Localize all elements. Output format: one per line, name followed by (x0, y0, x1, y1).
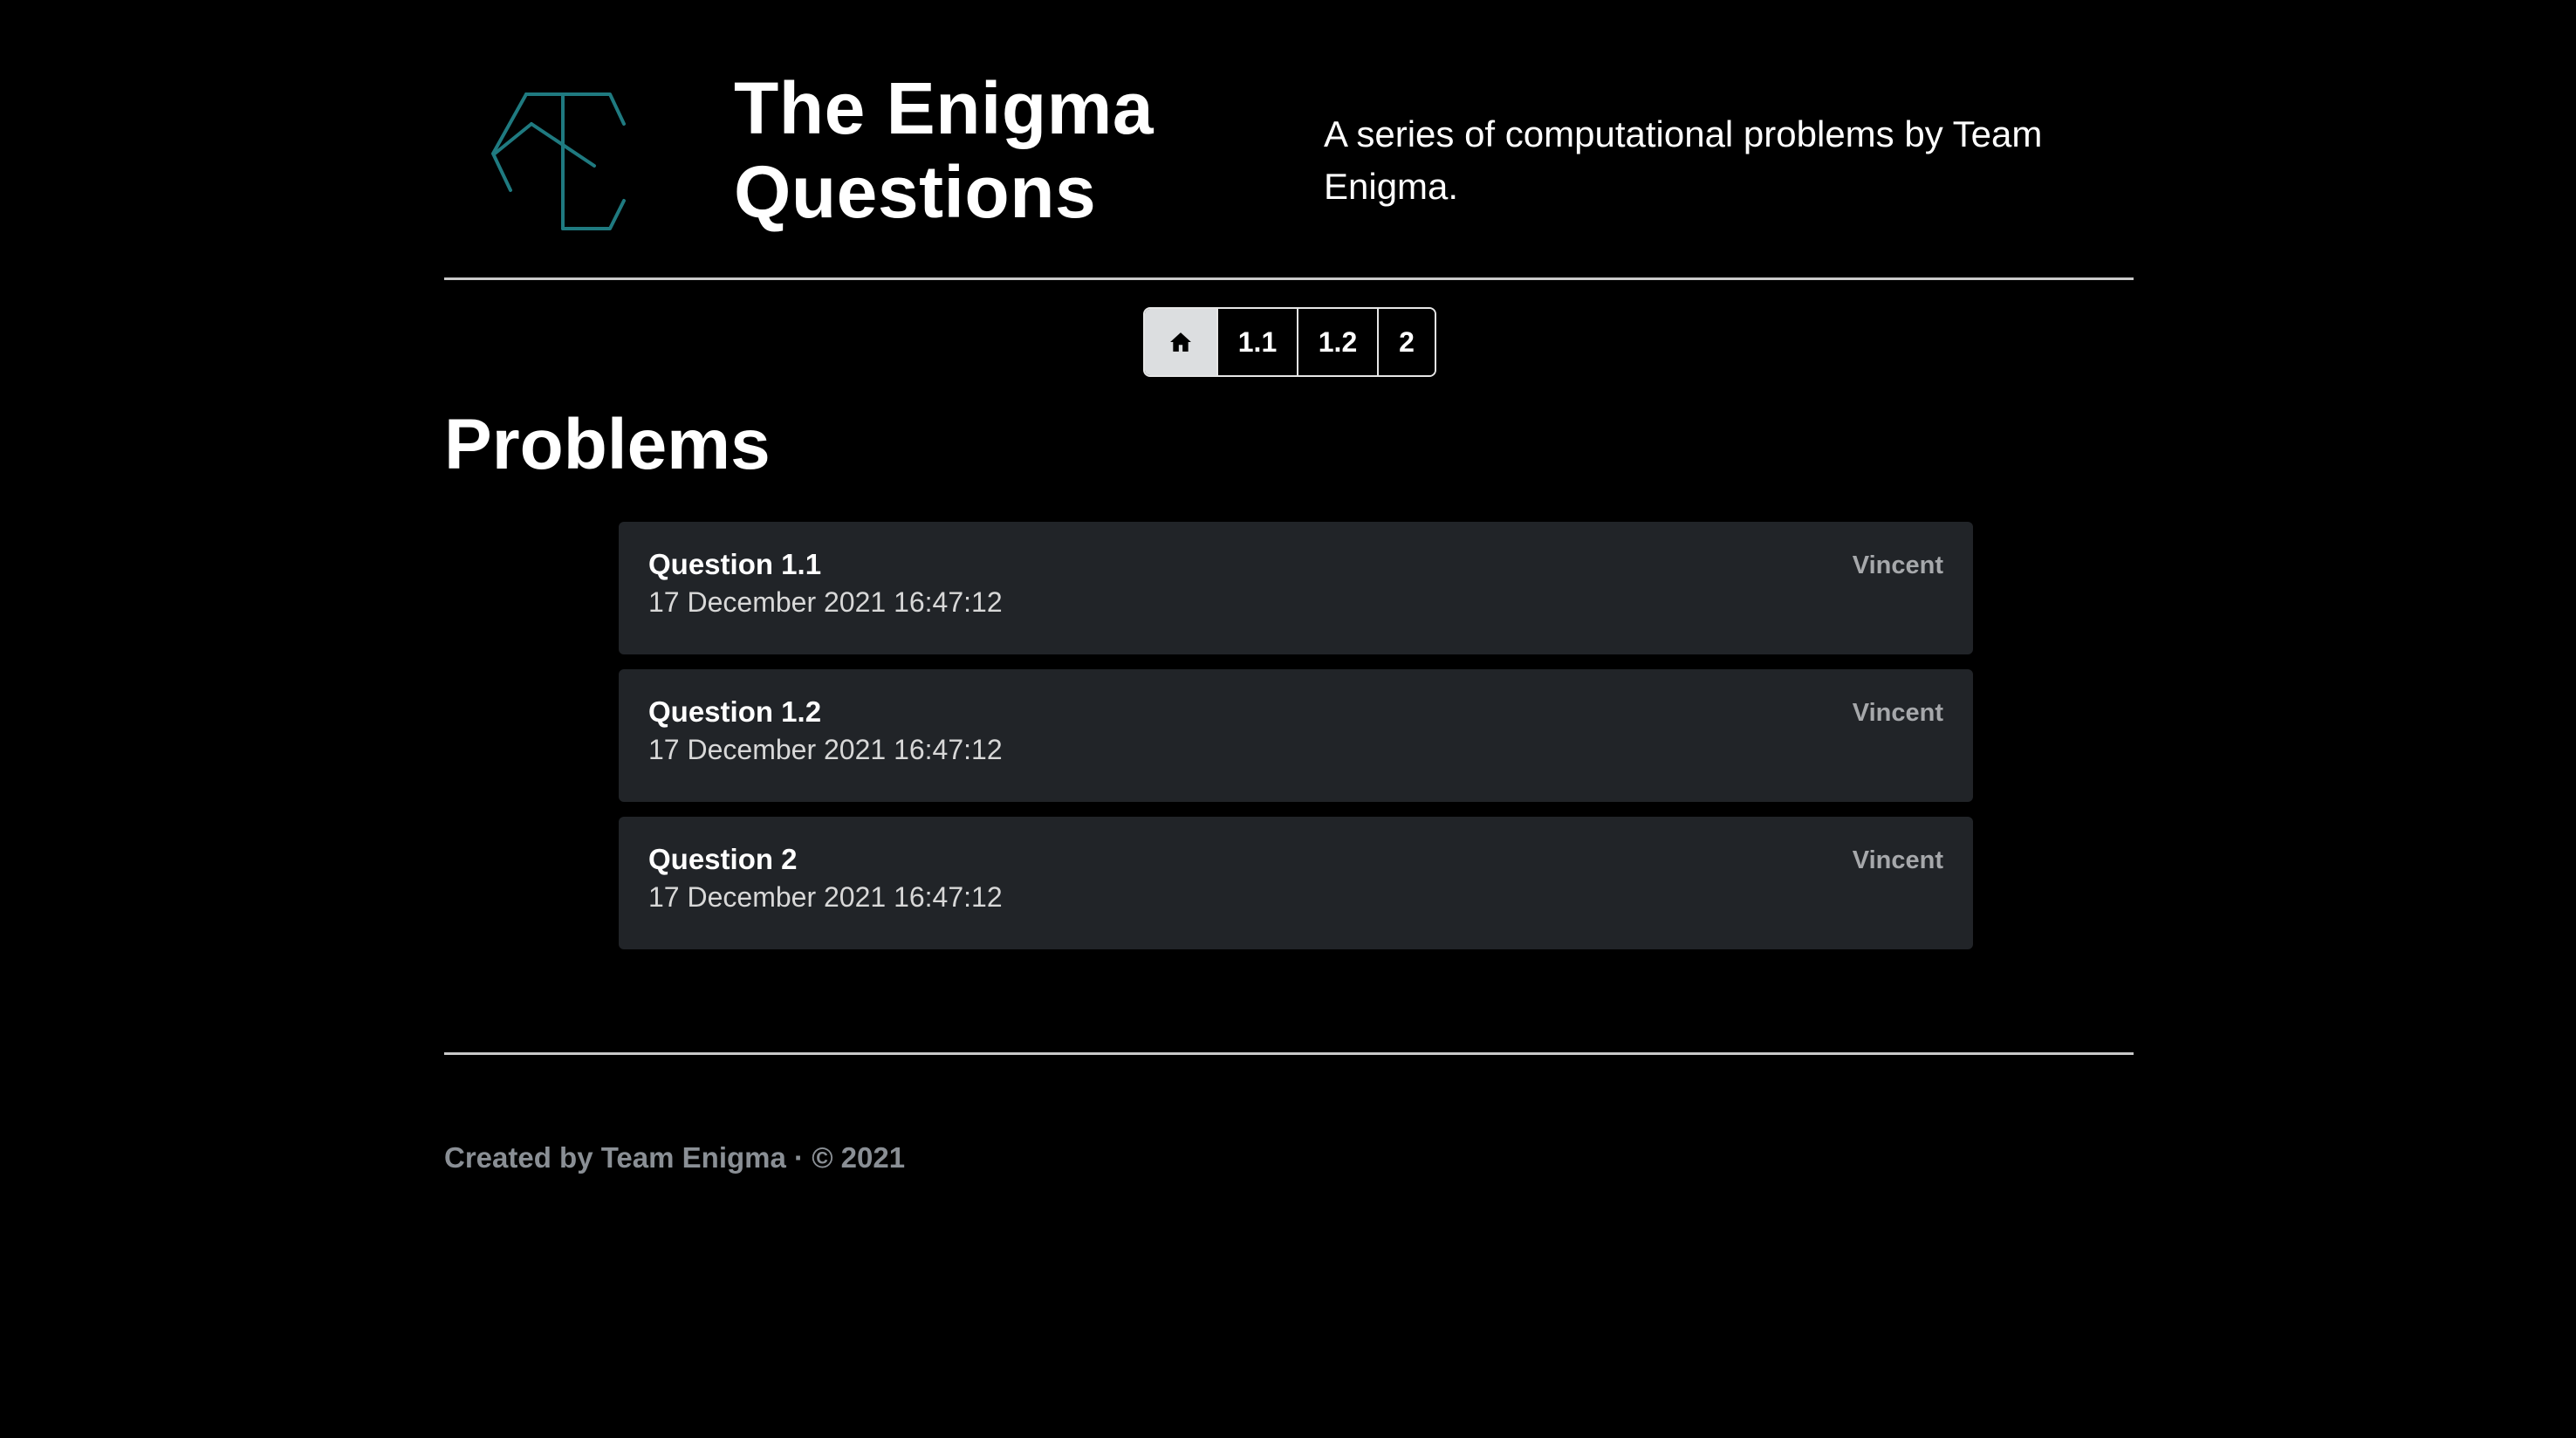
team-enigma-logo[interactable] (491, 87, 631, 236)
footer-copyright: © 2021 (812, 1141, 906, 1174)
problem-title[interactable]: Question 2 (648, 843, 798, 876)
problem-author: Vincent (1852, 699, 1943, 727)
header-divider (444, 277, 2134, 280)
nav-question-2[interactable]: 2 (1377, 309, 1435, 375)
problem-card[interactable]: Question 2 17 December 2021 16:47:12 Vin… (619, 817, 1973, 949)
footer-created-by: Created by Team Enigma (444, 1141, 786, 1174)
problem-date: 17 December 2021 16:47:12 (648, 734, 1003, 765)
problem-card[interactable]: Question 1.1 17 December 2021 16:47:12 V… (619, 522, 1973, 654)
footer-divider (444, 1052, 2134, 1055)
nav-question-1-1[interactable]: 1.1 (1216, 309, 1297, 375)
site-tagline: A series of computational problems by Te… (1324, 113, 2043, 207)
nav-question-1-2[interactable]: 1.2 (1297, 309, 1377, 375)
problem-card[interactable]: Question 1.2 17 December 2021 16:47:12 V… (619, 669, 1973, 802)
home-icon (1170, 332, 1191, 352)
problem-author: Vincent (1852, 846, 1943, 874)
problem-date: 17 December 2021 16:47:12 (648, 586, 1003, 618)
site-footer: Created by Team Enigma · © 2021 (444, 1141, 905, 1174)
problem-date: 17 December 2021 16:47:12 (648, 881, 1003, 913)
site-header: The Enigma Questions A series of computa… (444, 0, 2134, 279)
home-button[interactable] (1145, 309, 1216, 375)
problem-title[interactable]: Question 1.1 (648, 548, 821, 581)
site-title: The Enigma Questions (734, 66, 1223, 234)
page: The Enigma Questions A series of computa… (444, 0, 2134, 1174)
footer-separator: · (794, 1141, 805, 1174)
question-nav: 1.1 1.2 2 (1143, 307, 1436, 377)
site-title-line2: Questions (734, 151, 1097, 233)
problems-list: Question 1.1 17 December 2021 16:47:12 V… (619, 522, 1973, 964)
problem-title[interactable]: Question 1.2 (648, 695, 821, 729)
problems-heading: Problems (444, 405, 771, 484)
problem-author: Vincent (1852, 551, 1943, 579)
site-title-line1: The Enigma (734, 67, 1154, 149)
